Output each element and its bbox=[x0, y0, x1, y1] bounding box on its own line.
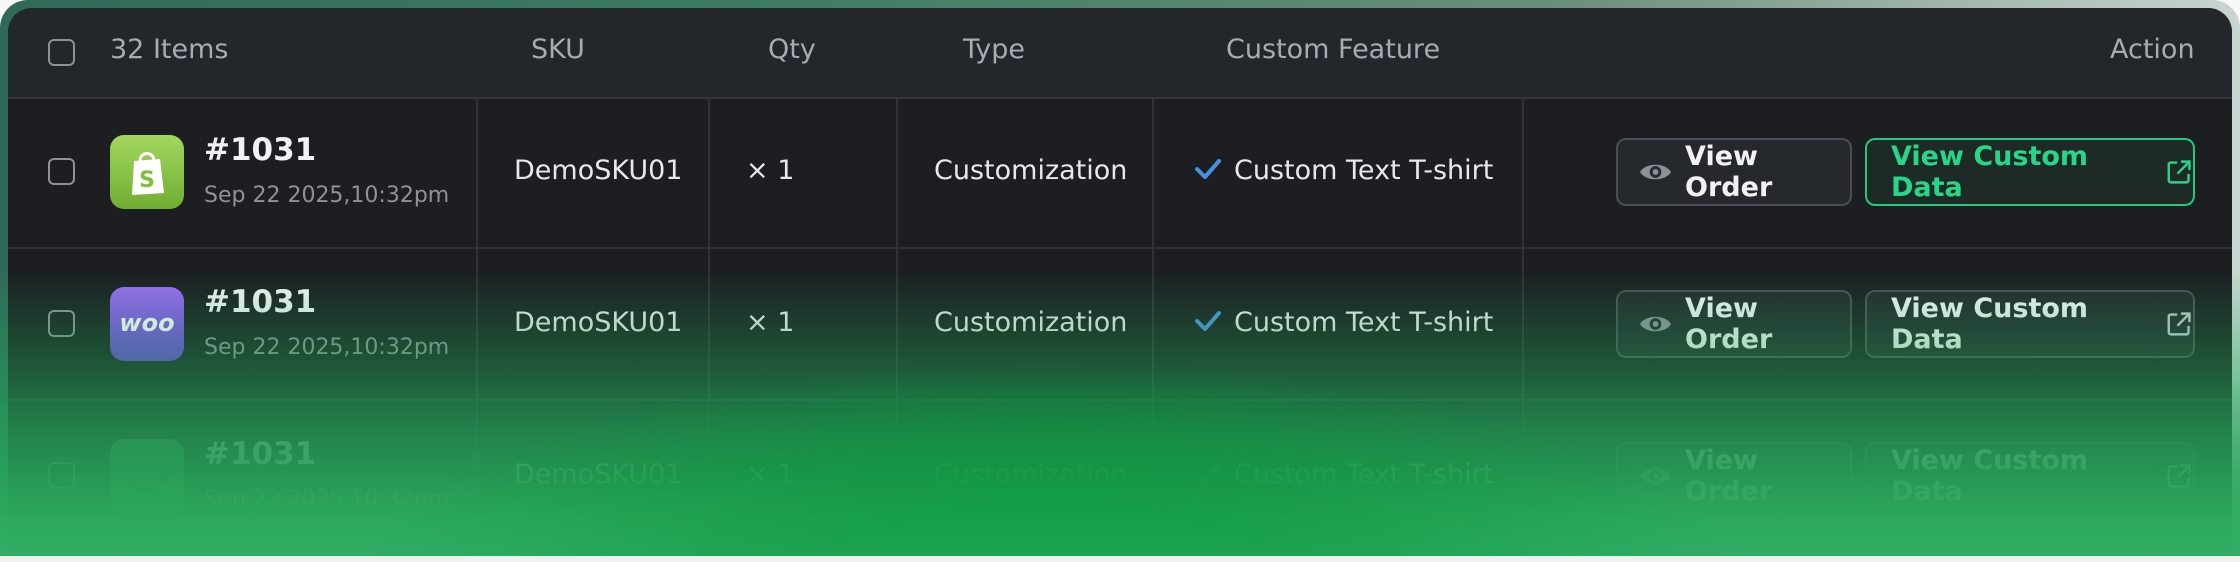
eye-icon bbox=[1639, 164, 1672, 180]
custom-feature-value: Custom Text T-shirt bbox=[1234, 459, 1494, 490]
type-value: Customization bbox=[934, 155, 1128, 186]
table-row: #1031 Sep 22 2025,10:32pm DemoSKU01 × 1 … bbox=[8, 401, 2232, 551]
external-link-icon bbox=[2167, 160, 2191, 184]
svg-text:S: S bbox=[139, 168, 155, 193]
check-icon bbox=[1195, 311, 1221, 331]
order-number[interactable]: #1031 bbox=[204, 284, 316, 320]
eye-icon bbox=[1639, 468, 1672, 484]
view-order-button[interactable]: View Order bbox=[1616, 442, 1852, 510]
type-value: Customization bbox=[934, 307, 1128, 338]
view-custom-data-button[interactable]: View Custom Data bbox=[1865, 138, 2195, 206]
custom-feature-value: Custom Text T-shirt bbox=[1234, 307, 1494, 338]
qty-value: × 1 bbox=[746, 155, 795, 186]
type-header: Type bbox=[963, 34, 1026, 65]
woo-icon: woo bbox=[110, 287, 184, 361]
woo-logo-text: woo bbox=[119, 309, 175, 337]
view-custom-data-button[interactable]: View Custom Data bbox=[1865, 442, 2195, 510]
view-order-button[interactable]: View Order bbox=[1616, 138, 1852, 206]
table-row: S #1031 Sep 22 2025,10:32pm DemoSKU01 × … bbox=[8, 97, 2232, 249]
action-header: Action bbox=[2110, 34, 2195, 65]
custom-feature-header: Custom Feature bbox=[1226, 34, 1441, 65]
type-value: Customization bbox=[934, 459, 1128, 490]
row-checkbox[interactable] bbox=[48, 462, 75, 489]
check-icon bbox=[1195, 463, 1221, 483]
order-date: Sep 22 2025,10:32pm bbox=[204, 183, 450, 208]
order-date: Sep 22 2025,10:32pm bbox=[204, 487, 450, 512]
orders-table: 32 Items SKU Qty Type Custom Feature Act… bbox=[8, 8, 2232, 562]
smile-logo-icon bbox=[110, 439, 184, 513]
items-count-label: 32 Items bbox=[110, 34, 229, 65]
order-date: Sep 22 2025,10:32pm bbox=[204, 335, 450, 360]
external-link-icon bbox=[2167, 464, 2191, 488]
order-number[interactable]: #1031 bbox=[204, 132, 316, 168]
table-header: 32 Items SKU Qty Type Custom Feature Act… bbox=[8, 8, 2232, 99]
bottom-edge bbox=[0, 556, 2240, 562]
row-checkbox[interactable] bbox=[48, 310, 75, 337]
sku-value: DemoSKU01 bbox=[514, 155, 683, 186]
select-all-checkbox[interactable] bbox=[48, 39, 75, 66]
eye-icon bbox=[1639, 316, 1672, 332]
view-order-button[interactable]: View Order bbox=[1616, 290, 1852, 358]
view-order-label: View Order bbox=[1685, 293, 1773, 355]
view-custom-data-label: View Custom Data bbox=[1891, 141, 2089, 203]
shopify-icon: S bbox=[110, 135, 184, 209]
qty-header: Qty bbox=[768, 34, 816, 65]
qty-value: × 1 bbox=[746, 459, 795, 490]
sku-header: SKU bbox=[531, 34, 585, 65]
qty-value: × 1 bbox=[746, 307, 795, 338]
external-link-icon bbox=[2167, 312, 2191, 336]
view-custom-data-button[interactable]: View Custom Data bbox=[1865, 290, 2195, 358]
view-custom-data-label: View Custom Data bbox=[1891, 445, 2089, 507]
sku-value: DemoSKU01 bbox=[514, 459, 683, 490]
check-icon bbox=[1195, 159, 1221, 179]
order-number[interactable]: #1031 bbox=[204, 436, 316, 472]
custom-feature-value: Custom Text T-shirt bbox=[1234, 155, 1494, 186]
table-row: woo #1031 Sep 22 2025,10:32pm DemoSKU01 … bbox=[8, 249, 2232, 401]
view-order-label: View Order bbox=[1685, 445, 1773, 507]
sku-value: DemoSKU01 bbox=[514, 307, 683, 338]
row-checkbox[interactable] bbox=[48, 158, 75, 185]
view-custom-data-label: View Custom Data bbox=[1891, 293, 2089, 355]
view-order-label: View Order bbox=[1685, 141, 1773, 203]
